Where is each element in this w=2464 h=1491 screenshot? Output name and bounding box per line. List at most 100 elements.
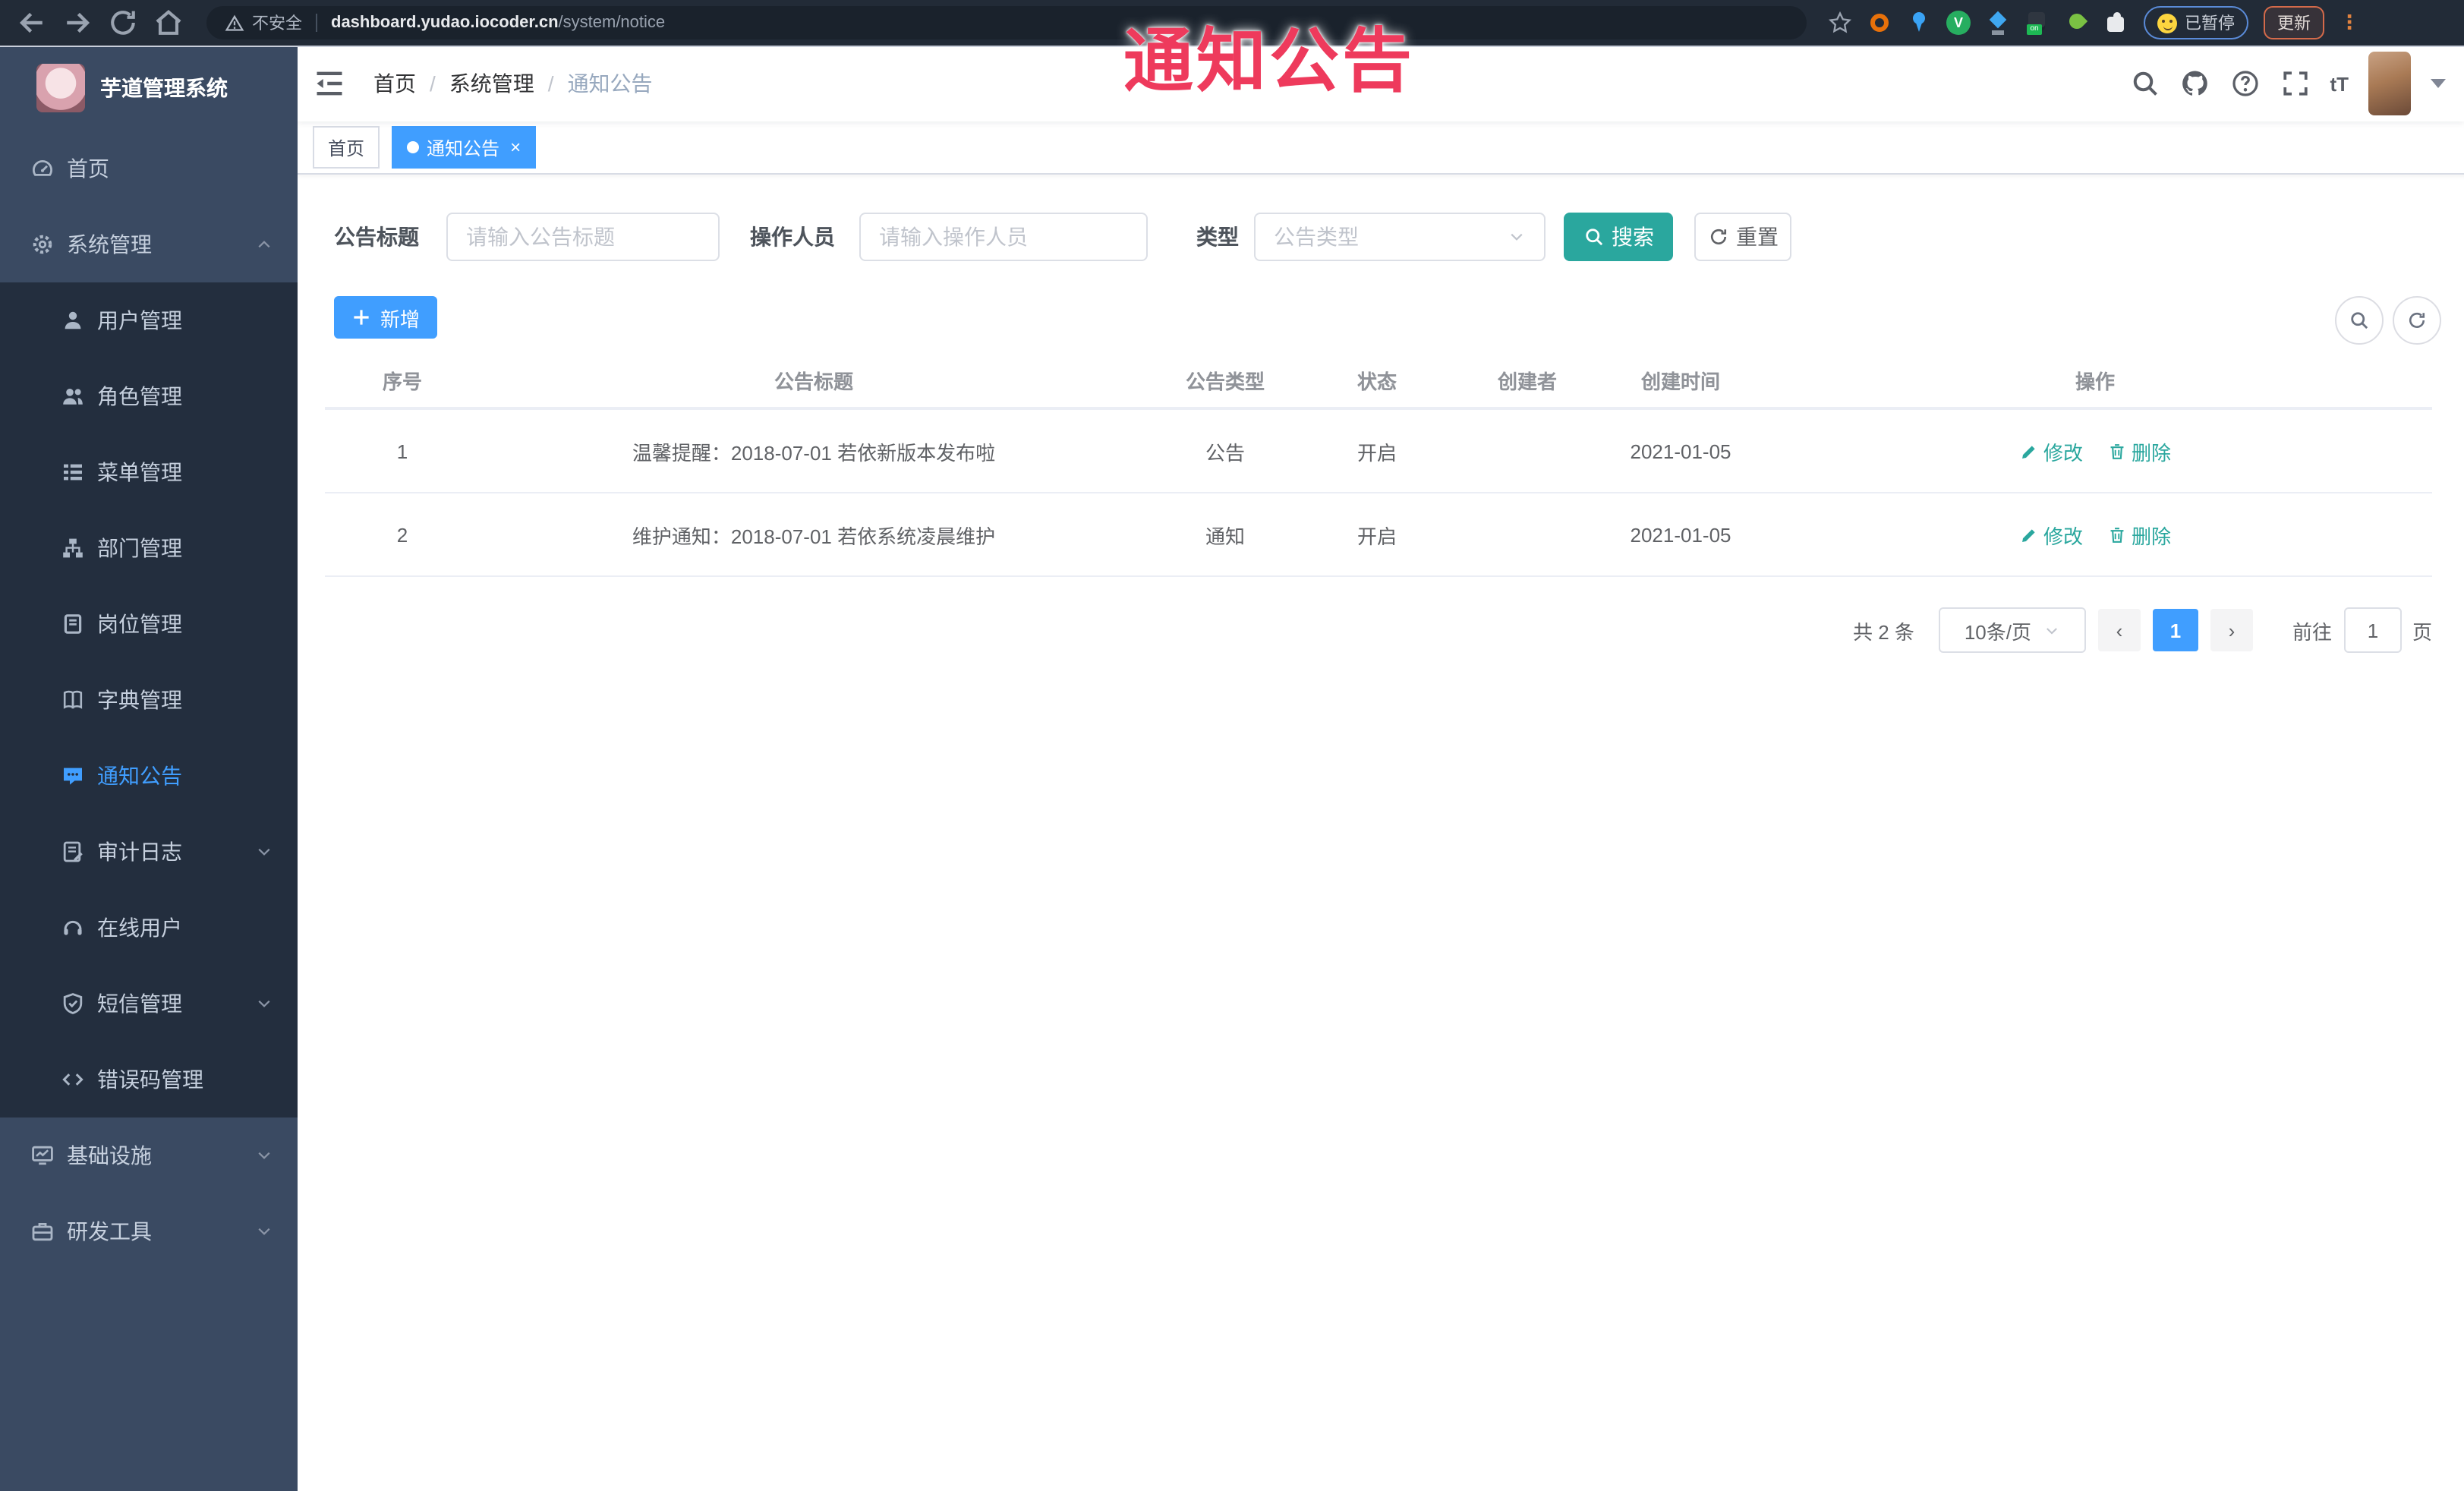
reload-icon[interactable] bbox=[103, 6, 143, 39]
sidebar-item-短信管理[interactable]: 短信管理 bbox=[0, 966, 298, 1042]
cell-status: 开启 bbox=[1303, 493, 1451, 577]
bookmark-star-icon[interactable] bbox=[1828, 11, 1852, 35]
sidebar-submenu: 用户管理角色管理菜单管理 部门管理岗位管理字典管理 通知公告审计日志在线用户 短信管理… bbox=[0, 282, 298, 1117]
cell-title: 维护通知：2018-07-01 若依系统凌晨维护 bbox=[480, 493, 1148, 577]
sidebar-item-label: 研发工具 bbox=[67, 1219, 152, 1244]
trash-icon bbox=[2107, 525, 2127, 544]
ext-diamond-icon[interactable] bbox=[1986, 11, 2010, 35]
delete-link[interactable]: 删除 bbox=[2107, 520, 2171, 549]
search-button[interactable]: 搜索 bbox=[1564, 213, 1673, 261]
tab-首页[interactable]: 首页 bbox=[313, 126, 380, 169]
type-filter-select[interactable]: 公告类型 bbox=[1254, 213, 1546, 261]
sidebar-item-审计日志[interactable]: 审计日志 bbox=[0, 814, 298, 890]
menu-list-icon bbox=[61, 460, 85, 484]
fullscreen-icon[interactable] bbox=[2280, 68, 2310, 99]
title-filter-input[interactable]: 请输入公告标题 bbox=[446, 213, 720, 261]
profile-paused-pill[interactable]: 已暂停 bbox=[2144, 6, 2248, 39]
page-1-button[interactable]: 1 bbox=[2152, 609, 2198, 651]
sidebar-item-岗位管理[interactable]: 岗位管理 bbox=[0, 586, 298, 662]
reset-button-icon bbox=[1707, 226, 1728, 247]
breadcrumb-item-首页[interactable]: 首页 bbox=[373, 68, 416, 99]
tab-label: 通知公告 bbox=[427, 137, 500, 159]
cell-no: 2 bbox=[325, 493, 480, 577]
cell-created: 2021-01-05 bbox=[1603, 493, 1758, 577]
sidebar-item-菜单管理[interactable]: 菜单管理 bbox=[0, 434, 298, 510]
sidebar-item-label: 审计日志 bbox=[97, 840, 182, 864]
cell-title: 温馨提醒：2018-07-01 若依新版本发布啦 bbox=[480, 408, 1148, 493]
reset-button[interactable]: 重置 bbox=[1694, 213, 1791, 261]
url-path: /system/notice bbox=[558, 14, 666, 32]
ext-pin-icon[interactable] bbox=[1907, 11, 1931, 35]
column-header-公告标题: 公告标题 bbox=[480, 352, 1148, 410]
page-size-select[interactable]: 10条/页 bbox=[1938, 607, 2086, 653]
pencil-icon bbox=[2019, 441, 2039, 461]
close-icon[interactable]: × bbox=[510, 138, 521, 156]
forward-icon[interactable] bbox=[58, 6, 97, 39]
column-header-序号: 序号 bbox=[325, 352, 480, 410]
breadcrumb-item-通知公告: 通知公告 bbox=[567, 71, 653, 96]
sidebar-item-首页[interactable]: 首页 bbox=[0, 131, 298, 206]
back-icon[interactable] bbox=[12, 6, 52, 39]
help-icon[interactable] bbox=[2229, 68, 2260, 99]
add-button[interactable]: 新增 bbox=[334, 296, 437, 339]
operator-filter-input[interactable]: 请输入操作人员 bbox=[859, 213, 1148, 261]
app-logo[interactable]: 芋道管理系统 bbox=[0, 46, 298, 131]
ext-dark-on-icon[interactable] bbox=[2025, 11, 2050, 35]
logo-image bbox=[36, 64, 85, 112]
sidebar-item-系统管理[interactable]: 系统管理 bbox=[0, 206, 298, 282]
update-button[interactable]: 更新 bbox=[2264, 6, 2324, 39]
edit-link[interactable]: 修改 bbox=[2019, 520, 2083, 549]
delete-link[interactable]: 删除 bbox=[2107, 437, 2171, 465]
reset-button-label: 重置 bbox=[1736, 225, 1779, 249]
address-bar[interactable]: 不安全 dashboard.yudao.iocoder.cn/system/no… bbox=[206, 6, 1807, 39]
breadcrumb-item-系统管理[interactable]: 系统管理 bbox=[449, 68, 534, 99]
toolbox-icon bbox=[30, 1219, 55, 1244]
tab-label: 首页 bbox=[328, 137, 365, 159]
cell-type: 公告 bbox=[1148, 408, 1303, 493]
table-row: 2 维护通知：2018-07-01 若依系统凌晨维护 通知 开启 2021-01-05 修… bbox=[325, 493, 2432, 577]
goto-page-input[interactable]: 1 bbox=[2343, 607, 2402, 653]
sidebar-item-字典管理[interactable]: 字典管理 bbox=[0, 662, 298, 738]
sidebar-item-label: 基础设施 bbox=[67, 1143, 152, 1168]
refresh-icon bbox=[2406, 310, 2428, 331]
sidebar-item-通知公告[interactable]: 通知公告 bbox=[0, 738, 298, 814]
home-icon[interactable] bbox=[149, 6, 188, 39]
hamburger-icon[interactable] bbox=[313, 67, 346, 100]
next-page-button[interactable]: › bbox=[2210, 609, 2253, 651]
table-header-row: 序号 公告标题 公告类型 状态 创建者 创建时间 操作 bbox=[325, 352, 2432, 410]
sidebar-item-部门管理[interactable]: 部门管理 bbox=[0, 510, 298, 586]
prev-page-button[interactable]: ‹ bbox=[2097, 609, 2141, 651]
sidebar-item-基础设施[interactable]: 基础设施 bbox=[0, 1117, 298, 1193]
emoji-avatar-icon bbox=[2157, 13, 2177, 33]
sidebar-item-在线用户[interactable]: 在线用户 bbox=[0, 890, 298, 966]
ext-v-icon[interactable] bbox=[1946, 11, 1971, 35]
ext-puzzle-icon[interactable] bbox=[2104, 11, 2128, 35]
active-tab-dot-icon bbox=[407, 141, 420, 153]
sidebar-item-label: 岗位管理 bbox=[97, 612, 182, 636]
tab-通知公告[interactable]: 通知公告 × bbox=[392, 126, 537, 169]
chevron-down-icon bbox=[255, 1146, 273, 1165]
font-size-icon[interactable]: tT bbox=[2330, 72, 2349, 95]
sidebar-item-研发工具[interactable]: 研发工具 bbox=[0, 1193, 298, 1269]
toggle-search-button[interactable] bbox=[2335, 296, 2384, 345]
toggle-search-icon bbox=[2349, 310, 2370, 331]
ext-ring-icon[interactable] bbox=[1867, 11, 1892, 35]
sidebar-item-label: 角色管理 bbox=[97, 384, 182, 408]
sidebar-item-错误码管理[interactable]: 错误码管理 bbox=[0, 1042, 298, 1117]
browser-menu-icon[interactable]: ⋮ bbox=[2340, 12, 2359, 32]
chevron-down-icon bbox=[255, 995, 273, 1013]
refresh-button[interactable] bbox=[2393, 296, 2441, 345]
pencil-icon bbox=[2019, 525, 2039, 544]
avatar-caret-icon[interactable] bbox=[2431, 79, 2446, 88]
sidebar-item-用户管理[interactable]: 用户管理 bbox=[0, 282, 298, 358]
user-avatar[interactable] bbox=[2368, 52, 2411, 115]
search-icon[interactable] bbox=[2129, 68, 2160, 99]
title-filter-label: 公告标题 bbox=[334, 225, 419, 249]
cell-type: 通知 bbox=[1148, 493, 1303, 577]
overlay-annotation: 通知公告 bbox=[1123, 21, 1415, 100]
github-icon[interactable] bbox=[2179, 68, 2210, 99]
sidebar-item-角色管理[interactable]: 角色管理 bbox=[0, 358, 298, 434]
ext-leaf-icon[interactable] bbox=[2065, 11, 2089, 35]
edit-link[interactable]: 修改 bbox=[2019, 437, 2083, 465]
trash-icon bbox=[2107, 441, 2127, 461]
